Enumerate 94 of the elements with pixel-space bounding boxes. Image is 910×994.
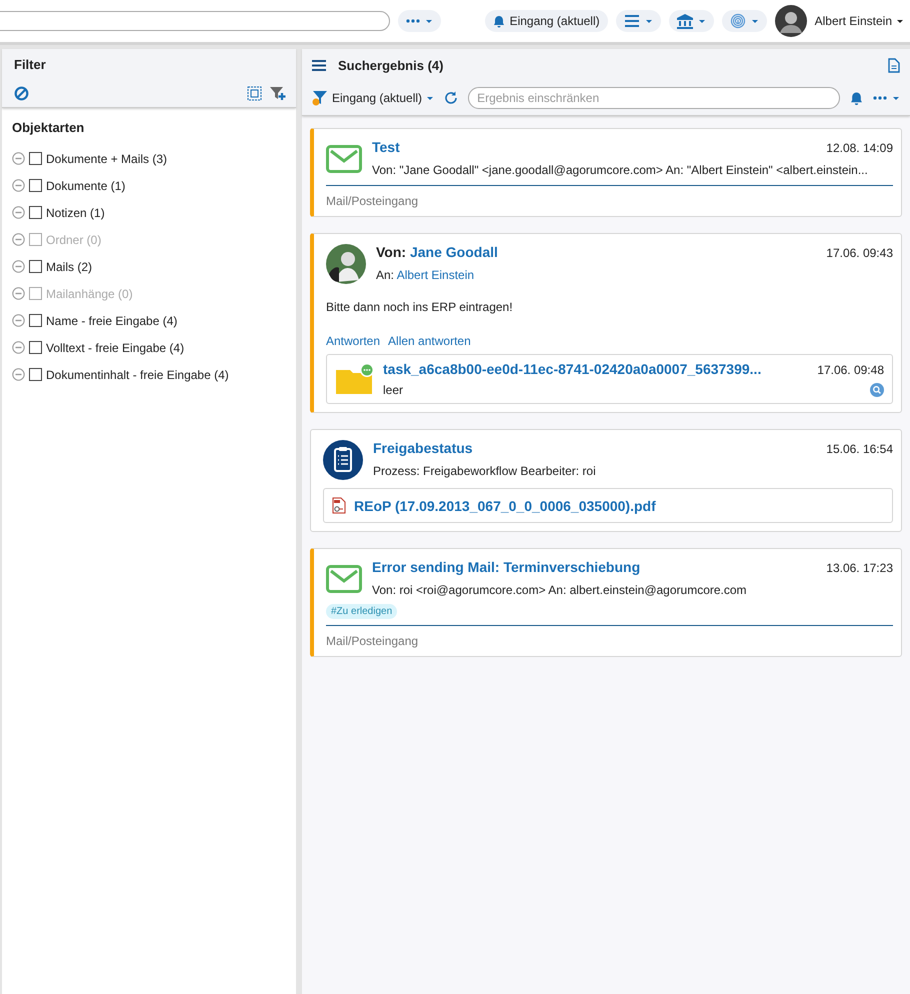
exclude-icon[interactable] bbox=[12, 341, 25, 354]
checkbox[interactable] bbox=[29, 314, 42, 327]
exclude-icon[interactable] bbox=[12, 233, 25, 246]
reply-link[interactable]: Antworten bbox=[326, 334, 380, 348]
caret-icon bbox=[892, 96, 900, 100]
sender-recipient: Von: roi <roi@agorumcore.com> An: albert.einstein@agorumcore.com bbox=[372, 583, 748, 597]
exclude-icon[interactable] bbox=[12, 206, 25, 219]
expand-icon[interactable] bbox=[247, 86, 262, 101]
exclude-icon[interactable] bbox=[12, 152, 25, 165]
caret-icon bbox=[426, 96, 434, 100]
search-field[interactable]: Ergebnis einschränken bbox=[468, 87, 840, 109]
caret-icon bbox=[425, 18, 433, 24]
bell-icon bbox=[492, 14, 505, 28]
checkbox[interactable] bbox=[29, 368, 42, 381]
search-field[interactable] bbox=[0, 11, 390, 31]
fingerprint-icon bbox=[730, 13, 746, 29]
filter-label[interactable]: Name - freie Eingabe (4) bbox=[46, 314, 178, 328]
recipient-link[interactable]: Albert Einstein bbox=[396, 268, 474, 282]
attachment-title[interactable]: task_a6ca8b00-ee0d-11ec-8741-02420a0a0007_5637399... bbox=[383, 361, 762, 377]
bell-icon[interactable] bbox=[850, 90, 863, 106]
menu-button[interactable] bbox=[616, 10, 661, 32]
user-menu[interactable]: Albert Einstein bbox=[814, 14, 904, 28]
avatar-icon[interactable] bbox=[774, 5, 807, 37]
card-title[interactable]: Test bbox=[372, 139, 400, 155]
caret-icon bbox=[644, 18, 653, 24]
caret-icon bbox=[896, 18, 904, 24]
result-card[interactable]: Freigabestatus 15.06. 16:54 Prozess: Freigabeworkflow Bearbeiter: roi REoP (17.09.2013_067_0_0_0006_035000).pdf bbox=[310, 429, 902, 532]
refresh-icon[interactable] bbox=[444, 91, 458, 105]
panel-title: Suchergebnis (4) bbox=[338, 58, 444, 72]
filter-label[interactable]: Notizen (1) bbox=[46, 206, 105, 220]
clear-filter-icon[interactable] bbox=[14, 86, 29, 101]
checkbox[interactable] bbox=[29, 260, 42, 273]
result-card[interactable]: Error sending Mail: Terminverschiebung 13.06. 17:23 Von: roi <roi@agorumcore.com> An: albert.einstein@agorumcore.com #Zu erledigen Mail/Posteingang bbox=[310, 548, 902, 657]
bank-icon bbox=[676, 14, 693, 28]
fingerprint-button[interactable] bbox=[722, 10, 767, 32]
menu-icon[interactable] bbox=[312, 60, 326, 70]
card-time: 15.06. 16:54 bbox=[826, 442, 893, 456]
inbox-button[interactable]: Eingang (aktuell) bbox=[484, 10, 608, 32]
filter-label[interactable]: Dokumentinhalt - freie Eingabe (4) bbox=[46, 368, 229, 382]
card-time: 12.08. 14:09 bbox=[826, 141, 893, 155]
card-title[interactable]: Freigabestatus bbox=[373, 440, 473, 456]
filter-label[interactable]: Dokumente (1) bbox=[46, 178, 126, 192]
search-icon[interactable] bbox=[870, 383, 884, 397]
checkbox[interactable] bbox=[29, 206, 42, 219]
sender-recipient: Von: "Jane Goodall" <jane.goodall@agorumcore.com> An: "Albert Einstein" <albert.einstein... bbox=[372, 163, 869, 177]
avatar-icon bbox=[326, 244, 366, 284]
sender-link[interactable]: Jane Goodall bbox=[410, 244, 498, 260]
filter-icon bbox=[312, 90, 328, 106]
attachment-time: 17.06. 09:48 bbox=[817, 363, 884, 377]
clipboard-icon bbox=[323, 440, 363, 480]
exclude-icon[interactable] bbox=[12, 260, 25, 273]
envelope-icon bbox=[326, 565, 362, 593]
document-card[interactable]: REoP (17.09.2013_067_0_0_0006_035000).pdf bbox=[323, 488, 893, 523]
checkbox[interactable] bbox=[29, 152, 42, 165]
card-title[interactable]: Error sending Mail: Terminverschiebung bbox=[372, 559, 640, 575]
add-filter-icon[interactable] bbox=[270, 86, 286, 101]
reply-link[interactable]: Allen antworten bbox=[388, 334, 471, 348]
exclude-icon[interactable] bbox=[12, 314, 25, 327]
process-info: Prozess: Freigabeworkflow Bearbeiter: roi bbox=[373, 464, 597, 478]
filter-label[interactable]: Dokumente + Mails (3) bbox=[46, 152, 168, 166]
card-time: 17.06. 09:43 bbox=[826, 246, 893, 260]
attachment-card[interactable]: task_a6ca8b00-ee0d-11ec-8741-02420a0a0007_5637399... 17.06. 09:48 leer bbox=[326, 354, 893, 404]
message-text: Bitte dann noch ins ERP eintragen! bbox=[326, 300, 514, 314]
caret-icon bbox=[698, 18, 706, 24]
envelope-icon bbox=[326, 145, 362, 173]
filter-label[interactable]: Volltext - freie Eingabe (4) bbox=[46, 340, 184, 354]
folder-icon bbox=[335, 362, 375, 396]
exclude-icon[interactable] bbox=[12, 179, 25, 192]
more-icon bbox=[406, 19, 420, 23]
exclude-icon[interactable] bbox=[12, 368, 25, 381]
more-button[interactable] bbox=[873, 96, 900, 100]
attachment-subtitle: leer bbox=[383, 383, 404, 397]
checkbox[interactable] bbox=[29, 341, 42, 354]
from-label: Von: bbox=[376, 244, 406, 260]
bank-button[interactable] bbox=[668, 10, 714, 32]
scope-dropdown[interactable]: Eingang (aktuell) bbox=[312, 90, 434, 106]
result-card[interactable]: Von: Jane Goodall 17.06. 09:43 An: Albert Einstein Bitte dann noch ins ERP eintragen! Antworten Allen antworten task_a6ca8b00-ee0d-11ec-8741-02420a0a0007_5637399... 17.06. 09:48 leer bbox=[310, 233, 902, 413]
filter-label[interactable]: Mails (2) bbox=[46, 260, 92, 274]
folder-path[interactable]: Mail/Posteingang bbox=[326, 634, 893, 648]
more-icon bbox=[873, 96, 887, 100]
panel-title: Filter bbox=[14, 57, 46, 72]
more-button[interactable] bbox=[398, 10, 441, 32]
section-title: Objektarten bbox=[12, 120, 86, 135]
checkbox[interactable] bbox=[29, 179, 42, 192]
card-time: 13.06. 17:23 bbox=[826, 561, 893, 575]
document-icon[interactable] bbox=[888, 58, 900, 72]
folder-path[interactable]: Mail/Posteingang bbox=[326, 194, 893, 208]
result-card[interactable]: Test 12.08. 14:09 Von: "Jane Goodall" <jane.goodall@agorumcore.com> An: "Albert Einstein" <albert.einstein... Mail/Posteingang bbox=[310, 128, 902, 217]
pdf-icon bbox=[332, 497, 346, 514]
exclude-icon[interactable] bbox=[12, 287, 25, 300]
document-title[interactable]: REoP (17.09.2013_067_0_0_0006_035000).pdf bbox=[354, 498, 656, 514]
caret-icon bbox=[750, 18, 759, 24]
to-label: An: bbox=[376, 268, 394, 282]
menu-icon bbox=[624, 15, 640, 27]
